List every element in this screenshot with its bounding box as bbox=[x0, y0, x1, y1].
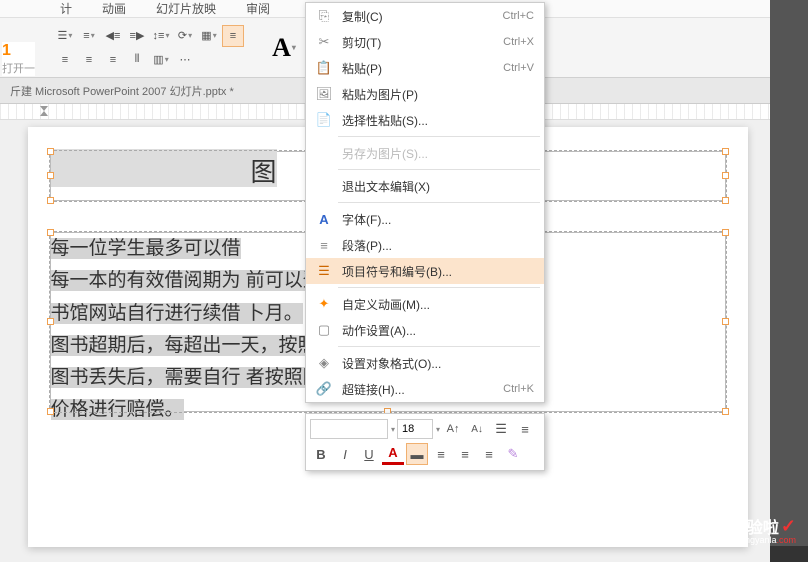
body-text[interactable]: 书馆网站自行进行续借 卜月。 bbox=[51, 303, 303, 324]
font-color-icon[interactable]: A bbox=[382, 443, 404, 465]
resize-handle[interactable] bbox=[722, 318, 729, 325]
resize-handle[interactable] bbox=[722, 148, 729, 155]
increase-font-icon[interactable]: A↑ bbox=[442, 418, 464, 440]
menu-paragraph[interactable]: ≡段落(P)... bbox=[306, 232, 544, 258]
align-center-icon[interactable]: ≡ bbox=[454, 443, 476, 465]
bullet-list-icon[interactable]: ☰▾ bbox=[54, 25, 76, 47]
menu-cut[interactable]: ✂剪切(T)Ctrl+X bbox=[306, 29, 544, 55]
align-justify-icon[interactable]: ≡ bbox=[102, 49, 124, 71]
paragraph-icon: ≡ bbox=[314, 238, 334, 253]
tab-slideshow[interactable]: 幻灯片放映 bbox=[156, 0, 216, 17]
resize-handle[interactable] bbox=[47, 229, 54, 236]
mini-toolbar: ▾ ▾ A↑ A↓ ☰ ≡ B I U A ▬ ≡ ≡ ≡ ✎ bbox=[305, 413, 545, 471]
align-right-icon[interactable]: ≡ bbox=[478, 443, 500, 465]
more-icon[interactable]: ⋯ bbox=[174, 49, 196, 71]
cut-icon: ✂ bbox=[314, 34, 334, 50]
resize-handle[interactable] bbox=[47, 408, 54, 415]
align-left-icon[interactable]: ≡ bbox=[430, 443, 452, 465]
line-spacing-icon[interactable]: ↕≡▾ bbox=[150, 25, 172, 47]
menu-format-object[interactable]: ◈设置对象格式(O)... bbox=[306, 350, 544, 376]
indent-decrease-icon[interactable]: ◀≡ bbox=[102, 25, 124, 47]
context-menu: ⎘复制(C)Ctrl+C ✂剪切(T)Ctrl+X 📋粘贴(P)Ctrl+V 🖼… bbox=[305, 2, 545, 403]
resize-handle[interactable] bbox=[47, 197, 54, 204]
numbered-list-icon[interactable]: ≡ bbox=[514, 418, 536, 440]
font-icon: A bbox=[314, 212, 334, 227]
text-direction-icon[interactable]: ⟳▾ bbox=[174, 25, 196, 47]
resize-handle[interactable] bbox=[47, 172, 54, 179]
align-center-icon[interactable]: ≡ bbox=[54, 49, 76, 71]
menu-save-as-picture: 另存为图片(S)... bbox=[306, 140, 544, 166]
menu-paste-special[interactable]: 📄选择性粘贴(S)... bbox=[306, 107, 544, 133]
menu-font[interactable]: A字体(F)... bbox=[306, 206, 544, 232]
menu-exit-text-edit[interactable]: 退出文本编辑(X) bbox=[306, 173, 544, 199]
menu-hyperlink[interactable]: 🔗超链接(H)...Ctrl+K bbox=[306, 376, 544, 402]
resize-handle[interactable] bbox=[722, 172, 729, 179]
align-text-icon[interactable]: ▦▾ bbox=[198, 25, 220, 47]
resize-handle[interactable] bbox=[722, 408, 729, 415]
align-left-icon[interactable]: ≡ bbox=[222, 25, 244, 47]
tab-design[interactable]: 计 bbox=[60, 0, 72, 17]
menu-custom-animation[interactable]: ✦自定义动画(M)... bbox=[306, 291, 544, 317]
resize-handle[interactable] bbox=[722, 229, 729, 236]
bold-icon[interactable]: B bbox=[310, 443, 332, 465]
align-right-icon[interactable]: ≡ bbox=[78, 49, 100, 71]
watermark: 经验啦 ✓ jingyanla.com bbox=[731, 514, 796, 538]
menu-action-settings[interactable]: ▢动作设置(A)... bbox=[306, 317, 544, 343]
highlight-icon[interactable]: ▬ bbox=[406, 443, 428, 465]
decrease-font-icon[interactable]: A↓ bbox=[466, 418, 488, 440]
menu-paste-as-picture[interactable]: 🖼粘贴为图片(P) bbox=[306, 81, 544, 107]
slide-counter: 1 打开一 bbox=[2, 42, 35, 76]
indent-increase-icon[interactable]: ≡▶ bbox=[126, 25, 148, 47]
columns-icon[interactable]: ▥▾ bbox=[150, 49, 172, 71]
resize-handle[interactable] bbox=[47, 148, 54, 155]
title-text[interactable]: 图 bbox=[51, 149, 277, 187]
menu-paste[interactable]: 📋粘贴(P)Ctrl+V bbox=[306, 55, 544, 81]
distribute-icon[interactable]: ⫴ bbox=[126, 49, 148, 71]
mini-font-size[interactable] bbox=[397, 419, 433, 439]
menu-bullets-numbering[interactable]: ☰项目符号和编号(B)... bbox=[306, 258, 544, 284]
paste-icon: 📋 bbox=[314, 60, 334, 76]
body-text[interactable]: 价格进行赔偿。 bbox=[51, 399, 184, 420]
copy-icon: ⎘ bbox=[314, 8, 334, 24]
numbered-list-icon[interactable]: ≡▾ bbox=[78, 25, 100, 47]
paste-pic-icon: 🖼 bbox=[314, 86, 334, 102]
body-text[interactable]: 每一位学生最多可以借 bbox=[51, 238, 241, 259]
tab-review[interactable]: 审阅 bbox=[246, 0, 270, 17]
resize-handle[interactable] bbox=[47, 318, 54, 325]
indent-marker[interactable] bbox=[40, 106, 48, 116]
underline-icon[interactable]: U bbox=[358, 443, 380, 465]
action-icon: ▢ bbox=[314, 322, 334, 338]
mini-font-family[interactable] bbox=[310, 419, 388, 439]
bullet-list-icon[interactable]: ☰ bbox=[490, 418, 512, 440]
italic-icon[interactable]: I bbox=[334, 443, 356, 465]
format-icon: ◈ bbox=[314, 355, 334, 371]
link-icon: 🔗 bbox=[314, 381, 334, 397]
resize-handle[interactable] bbox=[722, 197, 729, 204]
wordart-styles-button[interactable]: A▾ bbox=[266, 30, 302, 66]
list-icon: ☰ bbox=[314, 263, 334, 279]
tab-animation[interactable]: 动画 bbox=[102, 0, 126, 17]
menu-copy[interactable]: ⎘复制(C)Ctrl+C bbox=[306, 3, 544, 29]
format-painter-icon[interactable]: ✎ bbox=[502, 443, 524, 465]
star-icon: ✦ bbox=[314, 296, 334, 312]
right-panel-edge bbox=[770, 0, 808, 546]
paste-special-icon: 📄 bbox=[314, 112, 334, 128]
